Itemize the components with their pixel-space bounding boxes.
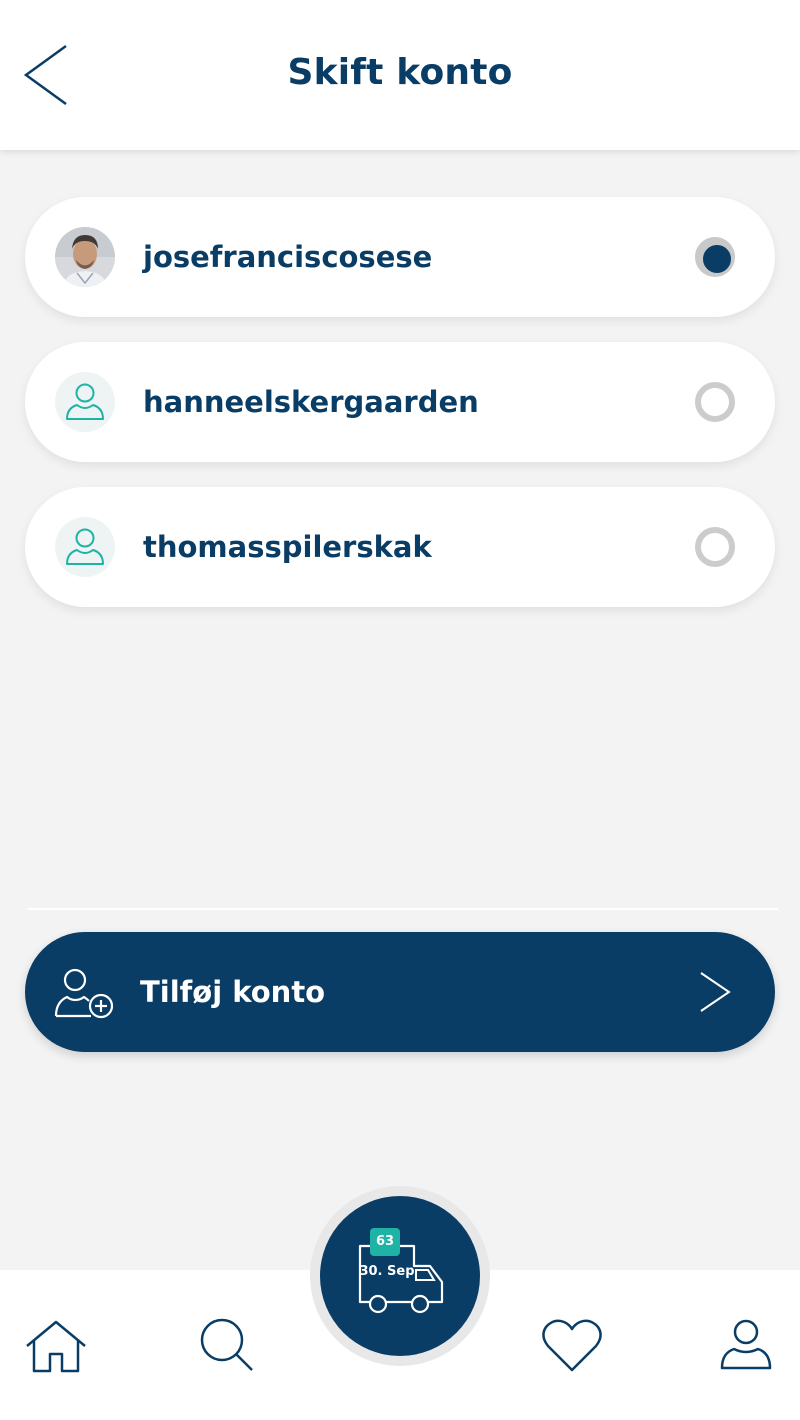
tab-home[interactable] [24,1316,88,1376]
avatar [55,517,115,577]
home-icon [26,1320,86,1373]
search-icon [200,1318,253,1371]
account-item-josefranciscosese[interactable]: josefranciscosese [25,197,775,317]
add-person-icon [54,968,114,1019]
add-account-label: Tilføj konto [140,975,326,1009]
avatar [55,227,115,287]
delivery-button[interactable]: 63 30. Sep [320,1196,480,1356]
add-account-button[interactable]: Tilføj konto [25,932,775,1052]
account-item-hanneelskergaarden[interactable]: hanneelskergaarden [25,342,775,462]
profile-photo [55,227,115,287]
tab-search[interactable] [196,1316,260,1376]
account-username: thomasspilerskak [143,530,432,564]
delivery-date: 30. Sep [359,1264,415,1279]
divider [28,908,778,910]
account-username: hanneelskergaarden [143,385,479,419]
radio-selected[interactable] [695,237,735,277]
person-icon [66,383,104,420]
radio-unselected[interactable] [695,527,735,567]
person-icon [66,528,104,565]
header: Skift konto [0,0,800,150]
tab-profile[interactable] [714,1316,778,1376]
heart-icon [542,1319,602,1372]
tab-favorites[interactable] [540,1316,604,1376]
page-title: Skift konto [287,52,513,93]
delivery-count-badge: 63 [370,1228,400,1256]
avatar [55,372,115,432]
account-list: josefranciscosese hanneelskergaarden tho… [25,197,775,632]
chevron-right-icon [700,972,731,1012]
profile-icon [720,1319,772,1370]
account-username: josefranciscosese [143,240,433,274]
account-item-thomasspilerskak[interactable]: thomasspilerskak [25,487,775,607]
radio-unselected[interactable] [695,382,735,422]
